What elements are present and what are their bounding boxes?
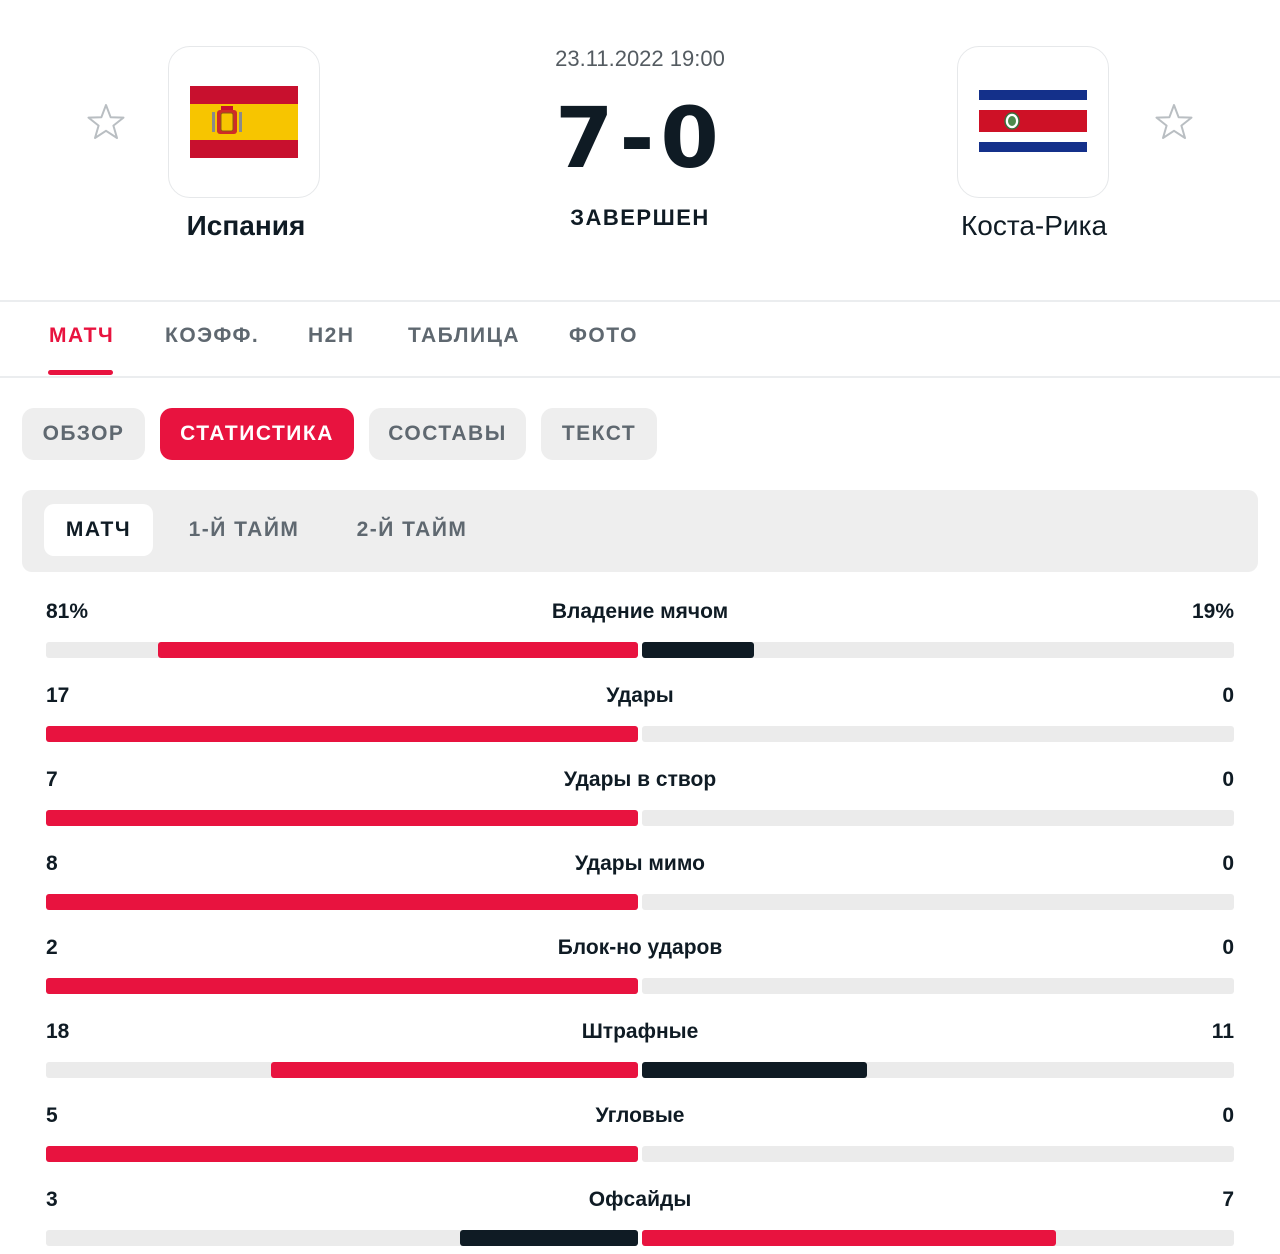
home-team-logo[interactable] — [168, 46, 320, 198]
period-second-half[interactable]: 2-Й ТАЙМ — [342, 504, 482, 556]
stat-label: Удары — [606, 684, 674, 707]
period-match[interactable]: МАТЧ — [44, 504, 153, 556]
stat-home-track — [46, 894, 638, 910]
stat-away-track — [642, 642, 1234, 658]
stat-label: Офсайды — [588, 1188, 692, 1211]
stat-away-value: 0 — [1222, 768, 1234, 791]
costa-rica-flag-icon — [979, 90, 1087, 152]
tab-photo[interactable]: ФОТО — [569, 324, 638, 348]
active-tab-indicator — [48, 370, 113, 375]
away-team-logo[interactable] — [957, 46, 1109, 198]
match-score: 7-0 — [555, 89, 725, 187]
stat-away-value: 0 — [1222, 936, 1234, 959]
tab-table[interactable]: ТАБЛИЦА — [408, 324, 520, 348]
stat-away-value: 0 — [1222, 1104, 1234, 1127]
stat-row: 18 Штрафные 11 — [46, 1016, 1234, 1086]
stat-home-bar — [158, 642, 638, 658]
stat-label: Блок-но ударов — [557, 936, 723, 959]
stat-label: Штрафные — [581, 1020, 699, 1043]
stat-home-bar — [46, 1146, 638, 1162]
stat-away-value: 11 — [1211, 1020, 1234, 1043]
stat-home-bar — [46, 978, 638, 994]
stat-home-value: 81% — [46, 600, 89, 623]
stat-home-bar — [46, 810, 638, 826]
away-team-name[interactable]: Коста-Рика — [884, 210, 1184, 242]
subtab-overview[interactable]: ОБЗОР — [22, 408, 145, 460]
tab-match[interactable]: МАТЧ — [49, 324, 114, 348]
tabs-divider — [0, 376, 1280, 378]
stat-row: 3 Офсайды 7 — [46, 1184, 1234, 1254]
stat-away-bar — [642, 642, 754, 658]
subtab-text[interactable]: ТЕКСТ — [541, 408, 657, 460]
stat-home-track — [46, 726, 638, 742]
stat-row: 2 Блок-но ударов 0 — [46, 932, 1234, 1002]
stat-away-track — [642, 1062, 1234, 1078]
stat-row: 5 Угловые 0 — [46, 1100, 1234, 1170]
stat-label: Угловые — [595, 1104, 685, 1127]
stat-away-bar — [642, 1230, 1056, 1246]
subtab-statistics[interactable]: СТАТИСТИКА — [160, 408, 354, 460]
stat-home-track — [46, 978, 638, 994]
stat-home-track — [46, 810, 638, 826]
stat-away-track — [642, 978, 1234, 994]
stat-row: 81% Владение мячом 19% — [46, 596, 1234, 666]
stat-label: Владение мячом — [551, 600, 729, 623]
stat-away-value: 7 — [1222, 1188, 1234, 1211]
stat-away-value: 0 — [1222, 852, 1234, 875]
favorite-home-star-icon[interactable] — [84, 100, 128, 144]
stat-label: Удары в створ — [563, 768, 717, 791]
stat-away-bar — [642, 1062, 867, 1078]
stat-home-value: 17 — [46, 684, 70, 707]
stat-away-track — [642, 810, 1234, 826]
match-date: 23.11.2022 19:00 — [555, 46, 725, 71]
header-divider — [0, 300, 1280, 302]
period-selector: МАТЧ 1-Й ТАЙМ 2-Й ТАЙМ — [22, 490, 1258, 572]
match-status: ЗАВЕРШЕН — [570, 205, 710, 230]
stat-home-track — [46, 642, 638, 658]
stat-row: 17 Удары 0 — [46, 680, 1234, 750]
stat-away-track — [642, 894, 1234, 910]
stat-away-value: 0 — [1222, 684, 1234, 707]
stat-home-bar — [460, 1230, 638, 1246]
stat-home-value: 8 — [46, 852, 58, 875]
tab-h2h[interactable]: H2H — [308, 324, 355, 348]
stat-home-value: 18 — [46, 1020, 70, 1043]
stat-row: 8 Удары мимо 0 — [46, 848, 1234, 918]
stat-home-track — [46, 1062, 638, 1078]
stat-home-value: 5 — [46, 1104, 58, 1127]
home-team-name[interactable]: Испания — [96, 210, 396, 242]
stat-away-track — [642, 726, 1234, 742]
stat-away-track — [642, 1230, 1234, 1246]
favorite-away-star-icon[interactable] — [1152, 100, 1196, 144]
stat-home-value: 7 — [46, 768, 58, 791]
stat-away-value: 19% — [1191, 600, 1234, 623]
tab-odds[interactable]: КОЭФФ. — [165, 324, 259, 348]
stat-home-bar — [46, 894, 638, 910]
spain-flag-icon — [190, 86, 298, 158]
stat-home-track — [46, 1146, 638, 1162]
stat-row: 7 Удары в створ 0 — [46, 764, 1234, 834]
stat-home-value: 3 — [46, 1188, 58, 1211]
match-header: Испания 23.11.2022 19:00 7-0 ЗАВЕРШЕН Ко… — [0, 0, 1280, 300]
stat-home-value: 2 — [46, 936, 58, 959]
period-first-half[interactable]: 1-Й ТАЙМ — [174, 504, 314, 556]
stat-away-track — [642, 1146, 1234, 1162]
stat-home-bar — [271, 1062, 638, 1078]
stat-label: Удары мимо — [575, 852, 705, 875]
subtab-lineups[interactable]: СОСТАВЫ — [369, 408, 526, 460]
stat-home-track — [46, 1230, 638, 1246]
stat-home-bar — [46, 726, 638, 742]
